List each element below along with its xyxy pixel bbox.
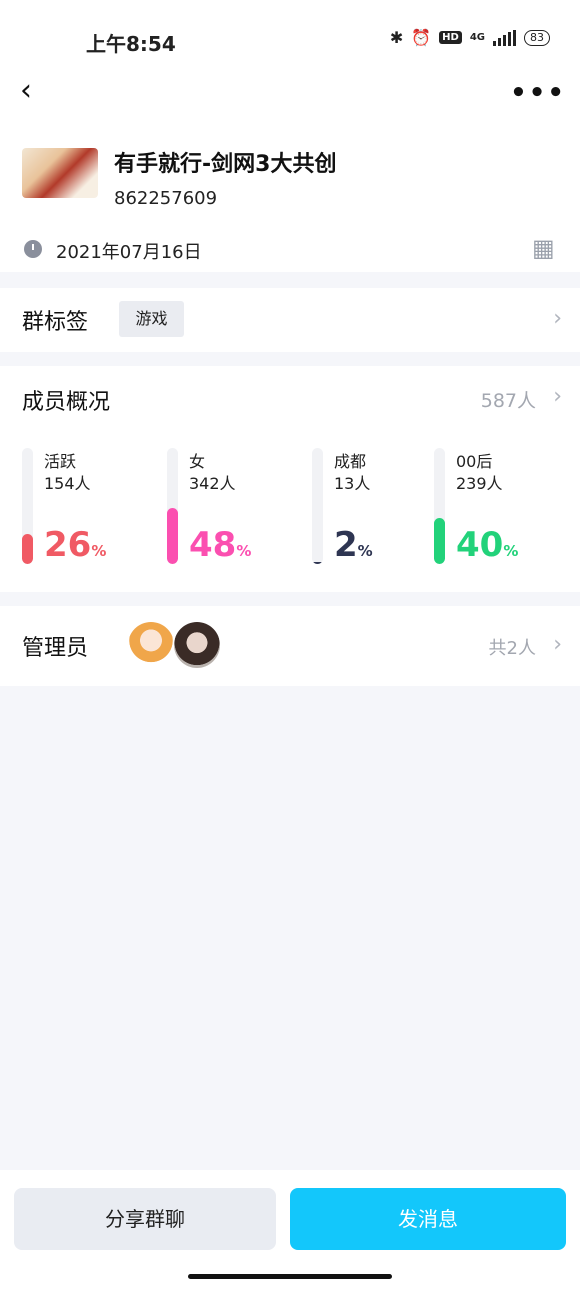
chevron-right-icon: ›	[553, 632, 562, 657]
stat-bar	[22, 448, 33, 564]
qr-code-icon[interactable]: ▦	[532, 236, 556, 260]
stat-label: 成都	[334, 452, 367, 471]
back-icon[interactable]: ‹	[20, 76, 32, 106]
status-icons: ✱ ⏰ HD 4G 83	[390, 28, 550, 47]
send-message-button[interactable]: 发消息	[290, 1188, 566, 1250]
percent-sign: %	[503, 542, 519, 560]
percent-sign: %	[357, 542, 373, 560]
stat-percent-value: 2	[334, 525, 358, 565]
stat-fill	[167, 508, 178, 564]
stat-count: 13人	[334, 474, 371, 493]
clock-icon	[24, 240, 42, 258]
chevron-right-icon: ›	[553, 306, 562, 331]
stat-count: 239人	[456, 474, 503, 493]
stat-label: 00后	[456, 452, 493, 471]
stat-percent-value: 48	[189, 525, 237, 565]
nav-bar: ‹ •••	[0, 76, 580, 120]
stat-percent: 48%	[189, 528, 251, 562]
stat-bar	[312, 448, 323, 564]
members-title: 成员概况	[22, 390, 111, 415]
group-name: 有手就行-剑网3大共创	[114, 152, 337, 177]
bluetooth-icon: ✱	[389, 28, 404, 47]
created-date: 2021年07月16日	[56, 242, 202, 263]
status-time: 上午8:54	[86, 32, 176, 56]
stat-bar	[167, 448, 178, 564]
stat-fill	[312, 561, 323, 564]
stat-percent: 2%	[334, 528, 373, 562]
more-icon[interactable]: •••	[510, 80, 566, 106]
stat-count: 154人	[44, 474, 91, 493]
stat-percent: 40%	[456, 528, 518, 562]
stat-count: 342人	[189, 474, 236, 493]
admin-avatar[interactable]	[174, 622, 220, 668]
group-avatar[interactable]	[22, 148, 98, 198]
member-overview: 成员概况 587人 › 活跃 154人 26% 女 342人 48% 成都 13…	[0, 366, 580, 592]
stat-fill	[434, 517, 445, 564]
stat-percent-value: 26	[44, 525, 92, 565]
member-total[interactable]: 587人	[481, 386, 536, 413]
signal-icon	[493, 29, 516, 46]
share-group-button[interactable]: 分享群聊	[14, 1188, 276, 1250]
percent-sign: %	[91, 542, 107, 560]
group-header: 有手就行-剑网3大共创 862257609 2021年07月16日 ▦	[0, 120, 580, 272]
stat-percent: 26%	[44, 528, 106, 562]
stat-fill	[22, 533, 33, 564]
network-type: 4G	[469, 32, 485, 43]
home-indicator[interactable]	[188, 1274, 392, 1279]
status-bar: 上午8:54 ✱ ⏰ HD 4G 83	[0, 0, 580, 80]
chevron-right-icon[interactable]: ›	[553, 384, 562, 409]
stat-percent-value: 40	[456, 525, 504, 565]
group-tags-row[interactable]: 群标签 游戏 ›	[0, 288, 580, 352]
admins-row[interactable]: 管理员 共2人 ›	[0, 606, 580, 686]
admin-total: 共2人	[488, 638, 536, 659]
stat-bar	[434, 448, 445, 564]
battery-icon: 83	[524, 29, 550, 46]
admin-avatar[interactable]	[128, 622, 174, 668]
hd-icon: HD	[439, 31, 462, 44]
group-id: 862257609	[114, 188, 218, 209]
percent-sign: %	[236, 542, 252, 560]
stat-label: 活跃	[44, 452, 77, 471]
tag-game: 游戏	[119, 301, 184, 337]
stat-label: 女	[189, 452, 206, 471]
admins-title: 管理员	[22, 636, 89, 661]
tags-title: 群标签	[22, 310, 89, 335]
bottom-bar: 分享群聊 发消息	[0, 1170, 580, 1289]
alarm-icon: ⏰	[411, 28, 432, 47]
